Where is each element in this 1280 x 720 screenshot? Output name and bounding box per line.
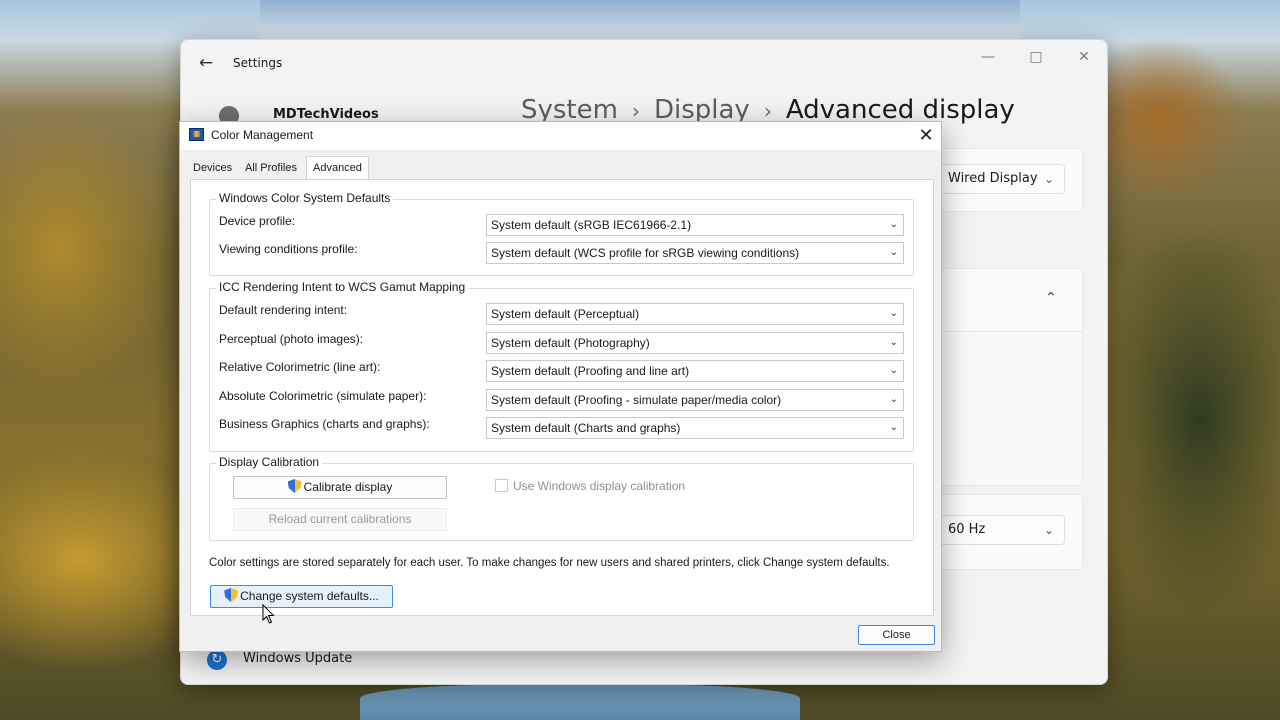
dialog-title: Color Management (211, 128, 314, 142)
use-windows-calibration[interactable]: Use Windows display calibration (495, 479, 685, 493)
windows-update-icon: ↻ (207, 650, 227, 670)
relative-colorimetric-label: Relative Colorimetric (line art): (219, 360, 381, 374)
advanced-tab-panel: Windows Color System Defaults Device pro… (190, 179, 934, 616)
use-windows-calibration-label: Use Windows display calibration (513, 479, 686, 493)
business-graphics-value: System default (Charts and graphs) (491, 421, 681, 435)
default-intent-label: Default rendering intent: (219, 303, 348, 317)
perceptual-label: Perceptual (photo images): (219, 332, 364, 346)
wallpaper-lake (360, 684, 800, 720)
display-select-dropdown[interactable]: Wired Display ⌄ (937, 164, 1065, 194)
info-text: Color settings are stored separately for… (209, 557, 890, 569)
chevron-right-icon: › (763, 99, 772, 123)
viewing-conditions-value: System default (WCS profile for sRGB vie… (491, 246, 800, 260)
calibrate-display-label: Calibrate display (303, 480, 393, 494)
wallpaper-sky (260, 0, 1020, 40)
chevron-up-icon[interactable]: ⌃ (1045, 290, 1057, 306)
absolute-colorimetric-label: Absolute Colorimetric (simulate paper): (219, 389, 427, 403)
back-arrow-icon[interactable]: ← (195, 54, 217, 74)
chevron-down-icon: ⌄ (889, 394, 898, 405)
change-system-defaults-label: Change system defaults... (240, 589, 379, 603)
tab-devices[interactable]: Devices (193, 158, 232, 179)
settings-app-title: Settings (233, 56, 283, 70)
device-profile-label: Device profile: (219, 214, 296, 228)
wcs-defaults-group: Windows Color System Defaults Device pro… (209, 191, 914, 276)
viewing-conditions-select[interactable]: System default (WCS profile for sRGB vie… (486, 242, 904, 264)
mouse-cursor-icon (262, 604, 275, 624)
dialog-close-button[interactable]: Close (858, 625, 935, 645)
refresh-rate-value: 60 Hz (948, 522, 986, 537)
display-select-value: Wired Display (948, 171, 1038, 186)
perceptual-select[interactable]: System default (Photography) ⌄ (486, 332, 904, 354)
icc-rendering-title: ICC Rendering Intent to WCS Gamut Mappin… (216, 280, 469, 294)
absolute-colorimetric-value: System default (Proofing - simulate pape… (491, 393, 782, 407)
change-system-defaults-button[interactable]: Change system defaults... (210, 585, 393, 608)
relative-colorimetric-value: System default (Proofing and line art) (491, 364, 690, 378)
dialog-close-icon[interactable]: ✕ (914, 124, 938, 146)
wcs-defaults-title: Windows Color System Defaults (216, 191, 394, 205)
absolute-colorimetric-select[interactable]: System default (Proofing - simulate pape… (486, 389, 904, 411)
display-calibration-group: Display Calibration Calibrate display Re… (209, 455, 914, 541)
refresh-rate-dropdown[interactable]: 60 Hz ⌄ (937, 515, 1065, 545)
close-icon[interactable]: ✕ (1069, 48, 1099, 68)
display-calibration-title: Display Calibration (216, 455, 323, 469)
perceptual-value: System default (Photography) (491, 336, 650, 350)
chevron-down-icon: ⌄ (889, 365, 898, 376)
device-profile-select[interactable]: System default (sRGB IEC61966-2.1) ⌄ (486, 214, 904, 236)
default-intent-select[interactable]: System default (Perceptual) ⌄ (486, 303, 904, 325)
chevron-down-icon: ⌄ (889, 247, 898, 258)
calibrate-display-button[interactable]: Calibrate display (233, 476, 447, 499)
uac-shield-icon (224, 588, 239, 602)
chevron-down-icon: ⌄ (1043, 523, 1054, 537)
chevron-down-icon: ⌄ (889, 219, 898, 230)
chevron-right-icon: › (631, 99, 640, 123)
business-graphics-label: Business Graphics (charts and graphs): (219, 417, 430, 431)
chevron-down-icon: ⌄ (889, 422, 898, 433)
viewing-conditions-label: Viewing conditions profile: (219, 242, 358, 256)
use-windows-calibration-checkbox[interactable] (495, 479, 508, 492)
color-management-dialog: Color Management ✕ Devices All Profiles … (179, 121, 942, 652)
minimize-icon[interactable]: — (973, 48, 1003, 68)
chevron-down-icon: ⌄ (889, 308, 898, 319)
icc-rendering-group: ICC Rendering Intent to WCS Gamut Mappin… (209, 280, 914, 452)
device-profile-value: System default (sRGB IEC61966-2.1) (491, 218, 692, 232)
uac-shield-icon (287, 479, 302, 493)
user-name: MDTechVideos (273, 107, 379, 122)
chevron-down-icon: ⌄ (889, 337, 898, 348)
dialog-titlebar[interactable]: Color Management ✕ (180, 122, 941, 150)
default-intent-value: System default (Perceptual) (491, 307, 640, 321)
reload-calibrations-button[interactable]: Reload current calibrations (233, 508, 447, 531)
business-graphics-select[interactable]: System default (Charts and graphs) ⌄ (486, 417, 904, 439)
maximize-icon[interactable]: □ (1021, 48, 1051, 68)
tab-advanced[interactable]: Advanced (306, 156, 369, 180)
nav-windows-update-label: Windows Update (243, 651, 353, 666)
chevron-down-icon: ⌄ (1043, 172, 1054, 186)
color-management-icon (189, 128, 204, 141)
relative-colorimetric-select[interactable]: System default (Proofing and line art) ⌄ (486, 360, 904, 382)
tab-all-profiles[interactable]: All Profiles (245, 158, 297, 179)
